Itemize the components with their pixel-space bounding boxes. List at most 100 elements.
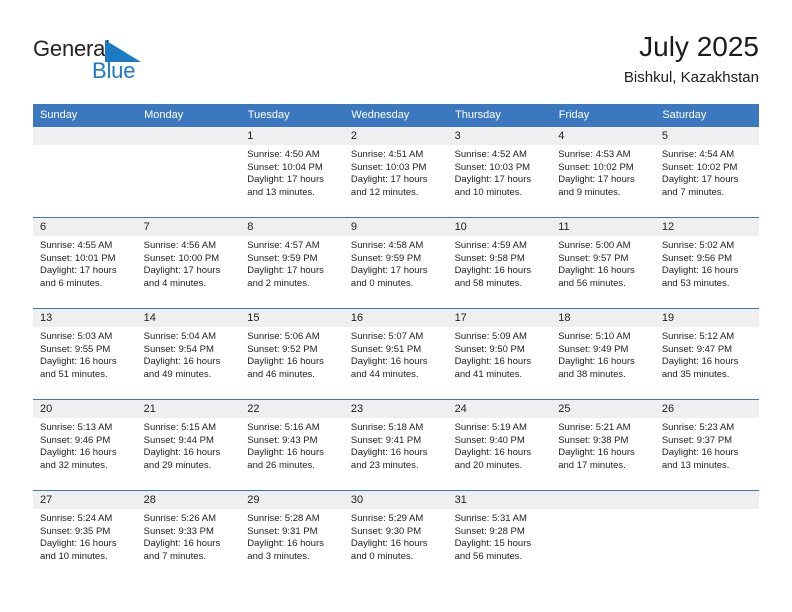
day-number: 7 [136,218,241,236]
calendar-day-cell[interactable]: 24 Sunrise: 5:19 AM Sunset: 9:40 PM Dayligh… [447,399,552,491]
day-number: 22 [240,400,344,418]
sunset-time: Sunset: 9:38 PM [558,434,629,446]
day-details: Sunrise: 4:51 AM Sunset: 10:03 PM Daylight… [344,145,448,199]
calendar-day-cell[interactable]: 29 Sunrise: 5:28 AM Sunset: 9:31 PM Dayligh… [240,490,344,582]
weekday-header-monday: Monday [136,104,241,127]
day-details: Sunrise: 5:02 AM Sunset: 9:56 PM Daylight:… [655,236,759,290]
calendar-day-cell[interactable]: 21 Sunrise: 5:15 AM Sunset: 9:44 PM Dayligh… [136,399,241,491]
calendar-day-cell[interactable]: 26 Sunrise: 5:23 AM Sunset: 9:37 PM Dayligh… [654,399,759,491]
daylight-duration-line2: and 46 minutes. [247,368,315,380]
sunrise-time: Sunrise: 5:16 AM [247,422,320,433]
daylight-duration-line1: Daylight: 16 hours [454,265,532,277]
daylight-duration-line1: Daylight: 16 hours [558,265,635,277]
calendar-day-cell[interactable]: 19 Sunrise: 5:12 AM Sunset: 9:47 PM Dayligh… [654,308,759,400]
calendar-day-cell[interactable]: 12 Sunrise: 5:02 AM Sunset: 9:56 PM Dayligh… [654,217,759,309]
day-details: Sunrise: 4:52 AM Sunset: 10:03 PM Daylight… [448,145,552,199]
day-details: Sunrise: 4:56 AM Sunset: 10:00 PM Daylight… [137,236,241,290]
daylight-duration-line2: and 29 minutes. [143,459,212,471]
calendar-day-cell[interactable]: 3 Sunrise: 4:52 AM Sunset: 10:03 PM Dayligh… [447,126,552,218]
calendar-day-cell[interactable]: 20 Sunrise: 5:13 AM Sunset: 9:46 PM Dayligh… [33,399,137,491]
calendar-day-cell[interactable]: 23 Sunrise: 5:18 AM Sunset: 9:41 PM Dayligh… [343,399,448,491]
sunrise-time: Sunrise: 5:02 AM [661,240,735,251]
day-details: Sunrise: 5:19 AM Sunset: 9:40 PM Daylight:… [448,418,552,472]
day-number: 30 [343,491,448,509]
sunset-time: Sunset: 10:02 PM [558,161,634,173]
calendar-day-cell[interactable]: 6 Sunrise: 4:55 AM Sunset: 10:01 PM Dayligh… [33,217,137,309]
calendar-page: General Blue July 2025 Bishkul, Kazakhst… [0,0,792,612]
sunset-time: Sunset: 9:51 PM [350,343,422,355]
daylight-duration-line1: Daylight: 17 hours [247,174,324,186]
calendar-day-cell[interactable]: 13 Sunrise: 5:03 AM Sunset: 9:55 PM Dayligh… [33,308,137,400]
sunset-time: Sunset: 9:58 PM [454,252,525,264]
sunset-time: Sunset: 9:49 PM [558,343,629,355]
calendar-day-cell[interactable]: 30 Sunrise: 5:29 AM Sunset: 9:30 PM Dayligh… [343,490,448,582]
weekday-header-wednesday: Wednesday [343,104,449,127]
day-details: Sunrise: 5:23 AM Sunset: 9:37 PM Daylight:… [655,418,759,472]
calendar-day-cell[interactable]: 4 Sunrise: 4:53 AM Sunset: 10:02 PM Dayligh… [551,126,655,218]
calendar-week-row: 1 Sunrise: 4:50 AM Sunset: 10:04 PM Dayligh… [33,126,759,218]
sunset-time: Sunset: 9:43 PM [247,434,318,446]
day-details: Sunrise: 4:54 AM Sunset: 10:02 PM Daylight… [655,145,759,199]
calendar-week-row: 20 Sunrise: 5:13 AM Sunset: 9:46 PM Dayligh… [33,399,759,491]
sunset-time: Sunset: 9:31 PM [247,525,318,537]
sunrise-time: Sunrise: 5:23 AM [661,422,735,433]
sunrise-time: Sunrise: 5:13 AM [40,422,113,433]
calendar-day-cell[interactable]: 17 Sunrise: 5:09 AM Sunset: 9:50 PM Dayligh… [447,308,552,400]
day-number: 27 [33,491,137,509]
sunset-time: Sunset: 9:44 PM [143,434,214,446]
day-number: 26 [654,400,759,418]
calendar-day-cell[interactable]: 22 Sunrise: 5:16 AM Sunset: 9:43 PM Dayligh… [240,399,344,491]
calendar-day-cell[interactable]: 5 Sunrise: 4:54 AM Sunset: 10:02 PM Dayligh… [654,126,759,218]
sunset-time: Sunset: 9:47 PM [661,343,733,355]
calendar-day-cell[interactable]: 7 Sunrise: 4:56 AM Sunset: 10:00 PM Dayligh… [136,217,241,309]
daylight-duration-line2: and 26 minutes. [247,459,315,471]
calendar-day-cell[interactable]: 25 Sunrise: 5:21 AM Sunset: 9:38 PM Dayligh… [551,399,655,491]
calendar-day-cell[interactable]: 28 Sunrise: 5:26 AM Sunset: 9:33 PM Dayligh… [136,490,241,582]
sunrise-time: Sunrise: 5:10 AM [558,331,631,342]
day-details: Sunrise: 5:31 AM Sunset: 9:28 PM Daylight:… [448,509,552,563]
calendar-day-cell-empty [551,490,655,582]
daylight-duration-line1: Daylight: 17 hours [143,265,221,277]
daylight-duration-line2: and 0 minutes. [350,277,414,289]
day-number: 19 [654,309,759,327]
calendar-day-cell[interactable]: 2 Sunrise: 4:51 AM Sunset: 10:03 PM Dayligh… [343,126,448,218]
daylight-duration-line1: Daylight: 15 hours [454,538,532,550]
day-details: Sunrise: 5:26 AM Sunset: 9:33 PM Daylight:… [137,509,241,563]
calendar-day-cell[interactable]: 10 Sunrise: 4:59 AM Sunset: 9:58 PM Dayligh… [447,217,552,309]
day-details: Sunrise: 4:57 AM Sunset: 9:59 PM Daylight:… [240,236,344,290]
daylight-duration-line2: and 51 minutes. [40,368,108,380]
calendar-day-cell[interactable]: 27 Sunrise: 5:24 AM Sunset: 9:35 PM Dayligh… [33,490,137,582]
sunset-time: Sunset: 10:01 PM [40,252,116,264]
day-number: 8 [240,218,344,236]
sunset-time: Sunset: 9:33 PM [143,525,214,537]
calendar-day-cell[interactable]: 1 Sunrise: 4:50 AM Sunset: 10:04 PM Dayligh… [240,126,344,218]
daylight-duration-line1: Daylight: 16 hours [661,447,739,459]
sunrise-time: Sunrise: 4:53 AM [558,149,631,160]
daylight-duration-line1: Daylight: 16 hours [143,356,221,368]
day-number: 23 [343,400,448,418]
daylight-duration-line1: Daylight: 17 hours [661,174,739,186]
calendar-day-cell[interactable]: 31 Sunrise: 5:31 AM Sunset: 9:28 PM Dayligh… [447,490,552,582]
daylight-duration-line1: Daylight: 16 hours [558,356,635,368]
daylight-duration-line2: and 7 minutes. [143,550,206,562]
general-blue-logo[interactable]: General Blue [33,36,173,88]
daylight-duration-line1: Daylight: 16 hours [40,447,117,459]
daylight-duration-line1: Daylight: 16 hours [661,356,739,368]
day-details: Sunrise: 5:09 AM Sunset: 9:50 PM Daylight:… [448,327,552,381]
calendar-day-cell-empty [136,126,241,218]
sunset-time: Sunset: 10:03 PM [350,161,427,173]
daylight-duration-line2: and 41 minutes. [454,368,523,380]
calendar-day-cell[interactable]: 15 Sunrise: 5:06 AM Sunset: 9:52 PM Dayligh… [240,308,344,400]
calendar-day-cell[interactable]: 9 Sunrise: 4:58 AM Sunset: 9:59 PM Daylight… [343,217,448,309]
calendar-day-cell[interactable]: 8 Sunrise: 4:57 AM Sunset: 9:59 PM Daylight… [240,217,344,309]
calendar-day-cell[interactable]: 11 Sunrise: 5:00 AM Sunset: 9:57 PM Dayligh… [551,217,655,309]
sunrise-time: Sunrise: 5:18 AM [350,422,424,433]
calendar-day-cell[interactable]: 14 Sunrise: 5:04 AM Sunset: 9:54 PM Dayligh… [136,308,241,400]
calendar-day-cell[interactable]: 16 Sunrise: 5:07 AM Sunset: 9:51 PM Dayligh… [343,308,448,400]
daylight-duration-line2: and 58 minutes. [454,277,523,289]
calendar-day-cell[interactable]: 18 Sunrise: 5:10 AM Sunset: 9:49 PM Dayligh… [551,308,655,400]
day-number: 6 [33,218,137,236]
day-number: 18 [551,309,655,327]
sunrise-time: Sunrise: 4:54 AM [661,149,735,160]
page-title: July 2025 [639,31,759,62]
